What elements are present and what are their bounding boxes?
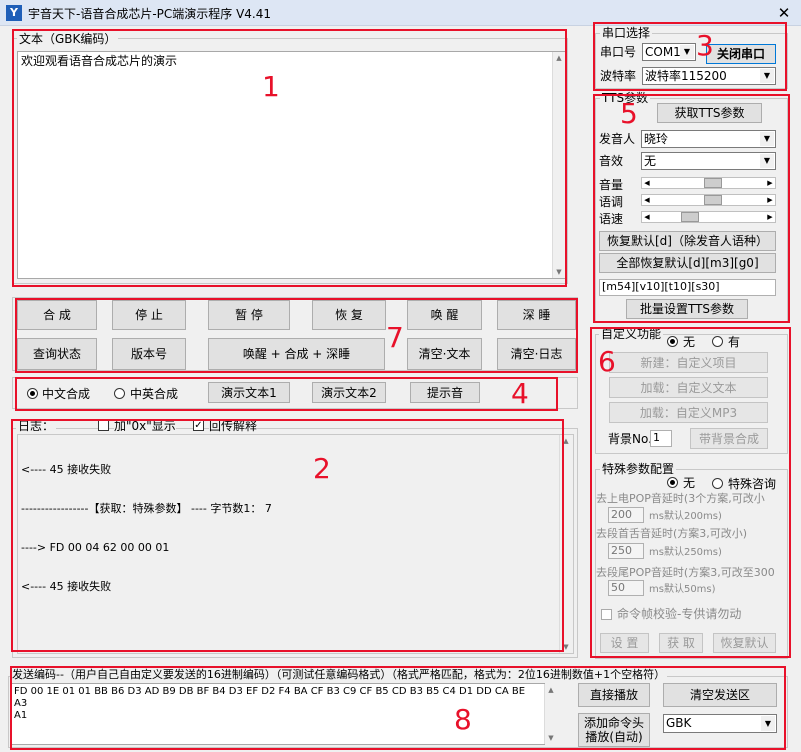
app-icon: Y xyxy=(6,5,22,21)
annotation-number-5: 5 xyxy=(620,97,638,130)
annotation-box-8 xyxy=(10,666,786,750)
annotation-number-4: 4 xyxy=(511,377,529,410)
close-icon[interactable]: ✕ xyxy=(774,3,794,23)
annotation-box-3 xyxy=(593,22,787,91)
window-title: 宇音天下-语音合成芯片-PC端演示程序 V4.41 xyxy=(28,7,272,21)
annotation-number-2: 2 xyxy=(313,452,331,485)
annotation-box-4 xyxy=(15,377,558,411)
annotation-number-7: 7 xyxy=(386,321,404,354)
annotation-number-3: 3 xyxy=(696,29,714,62)
annotation-box-7 xyxy=(15,298,578,373)
annotation-number-1: 1 xyxy=(262,70,280,103)
annotation-box-2 xyxy=(11,419,564,652)
annotation-number-8: 8 xyxy=(454,703,472,736)
annotation-number-6: 6 xyxy=(598,345,616,378)
annotation-box-6 xyxy=(590,327,791,658)
annotation-box-1 xyxy=(12,29,567,287)
